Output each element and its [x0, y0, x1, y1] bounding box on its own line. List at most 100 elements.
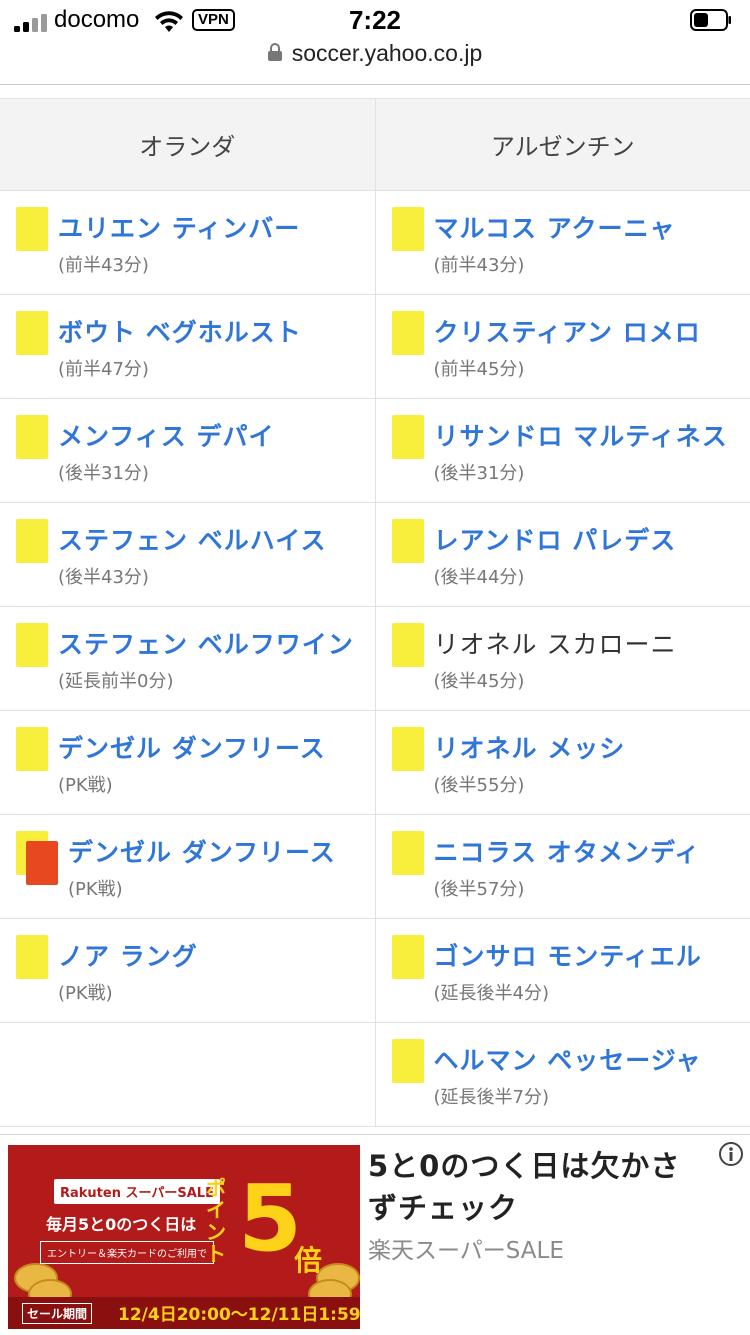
- home-card-cell: ステフェン ベルハイス(後半43分): [0, 503, 376, 606]
- table-row: ステフェン ベルハイス(後半43分) レアンドロ パレデス (後半44分): [0, 503, 750, 607]
- ad-headline: 毎月5と0のつく日は: [46, 1211, 196, 1235]
- team-header-home: オランダ: [0, 99, 376, 190]
- ad-period-label: セール期間: [22, 1303, 92, 1324]
- home-card-cell: デンゼル ダンフリース (PK戦): [0, 815, 376, 918]
- table-header: オランダ アルゼンチン: [0, 99, 750, 191]
- table-row: メンフィス デパイ(後半31分)リサンドロ マルティネス(後半31分): [0, 399, 750, 503]
- ad-subline: エントリー＆楽天カードのご利用で: [40, 1241, 214, 1264]
- table-row: ユリエン ティンバー (前半43分) マルコス アクーニャ (前半43分): [0, 191, 750, 295]
- table-row: デンゼル ダンフリース (PK戦) リオネル メッシ (後半55分): [0, 711, 750, 815]
- card-time: (前半43分): [434, 251, 525, 277]
- yellow-card-icon: [16, 519, 48, 563]
- yellow-card-icon: [392, 311, 424, 355]
- ad-points-label: ポイント: [206, 1177, 228, 1265]
- home-card-cell: ボウト ベグホルスト (前半47分): [0, 295, 376, 398]
- yellow-card-icon: [392, 831, 424, 875]
- ad-period-bar: セール期間 12/4日20:00〜12/11日1:59: [8, 1297, 360, 1329]
- home-card-cell: ノア ラング (PK戦): [0, 919, 376, 1022]
- yellow-card-icon: [392, 207, 424, 251]
- card-time: (後半57分): [434, 875, 525, 901]
- card-time: (前半45分): [434, 355, 525, 381]
- yellow-card-icon: [16, 311, 48, 355]
- ad-points-unit: 倍: [294, 1239, 322, 1279]
- yellow-card-icon: [392, 935, 424, 979]
- player-name[interactable]: ボウト ベグホルスト: [58, 313, 302, 349]
- ad-unit[interactable]: Rakuten スーパーSALE 毎月5と0のつく日は エントリー＆楽天カードの…: [0, 1134, 750, 1335]
- table-row: ボウト ベグホルスト (前半47分) クリスティアン ロメロ (前半45分): [0, 295, 750, 399]
- away-card-cell: リサンドロ マルティネス(後半31分): [376, 399, 750, 502]
- yellow-card-icon: [392, 1039, 424, 1083]
- card-time: (後半44分): [434, 563, 525, 589]
- player-name[interactable]: レアンドロ パレデス: [434, 521, 677, 557]
- away-card-cell: マルコス アクーニャ (前半43分): [376, 191, 750, 294]
- url-text: soccer.yahoo.co.jp: [292, 40, 483, 66]
- table-row: ヘルマン ペッセージャ (延長後半7分): [0, 1023, 750, 1127]
- away-card-cell: レアンドロ パレデス (後半44分): [376, 503, 750, 606]
- card-time: (PK戦): [68, 875, 123, 901]
- home-card-cell: メンフィス デパイ(後半31分): [0, 399, 376, 502]
- player-name[interactable]: マルコス アクーニャ: [434, 209, 676, 245]
- card-time: (延長後半4分): [434, 979, 550, 1005]
- home-card-cell: ステフェン ベルフワイン (延長前半0分): [0, 607, 376, 710]
- yellow-card-icon: [16, 207, 48, 251]
- card-time: (後半45分): [434, 667, 525, 693]
- ad-period: 12/4日20:00〜12/11日1:59: [118, 1300, 360, 1325]
- player-name: リオネル スカローニ: [434, 625, 677, 661]
- away-card-cell: ヘルマン ペッセージャ (延長後半7分): [376, 1023, 750, 1126]
- away-card-cell: クリスティアン ロメロ (前半45分): [376, 295, 750, 398]
- away-card-cell: リオネル スカローニ (後半45分): [376, 607, 750, 710]
- yellow-card-icon: [392, 727, 424, 771]
- address-bar[interactable]: soccer.yahoo.co.jp: [0, 40, 750, 70]
- player-name[interactable]: ステフェン ベルフワイン: [58, 625, 354, 661]
- table-body: ユリエン ティンバー (前半43分) マルコス アクーニャ (前半43分) ボウト ベグ…: [0, 191, 750, 1127]
- card-table: オランダ アルゼンチン ユリエン ティンバー (前半43分) マルコス アクーニャ (…: [0, 98, 750, 1127]
- player-name[interactable]: リサンドロ マルティネス: [434, 417, 728, 453]
- ad-points: ポイント 5 倍: [204, 1169, 330, 1289]
- card-time: (PK戦): [58, 979, 113, 1005]
- player-name[interactable]: デンゼル ダンフリース: [68, 833, 336, 869]
- home-card-cell: デンゼル ダンフリース (PK戦): [0, 711, 376, 814]
- red-card-icon: [26, 841, 58, 885]
- player-name[interactable]: ニコラス オタメンディ: [434, 833, 701, 869]
- team-header-away: アルゼンチン: [376, 99, 750, 190]
- card-time: (前半47分): [58, 355, 149, 381]
- ad-banner-image[interactable]: Rakuten スーパーSALE 毎月5と0のつく日は エントリー＆楽天カードの…: [8, 1145, 360, 1329]
- yellow-card-icon: [16, 727, 48, 771]
- home-card-cell: ユリエン ティンバー (前半43分): [0, 191, 376, 294]
- player-name[interactable]: ユリエン ティンバー: [58, 209, 300, 245]
- table-row: ノア ラング (PK戦) ゴンサロ モンティエル (延長後半4分): [0, 919, 750, 1023]
- away-card-cell: ゴンサロ モンティエル (延長後半4分): [376, 919, 750, 1022]
- ad-title[interactable]: 5と0のつく日は欠かさずチェック: [368, 1145, 698, 1229]
- away-card-cell: ニコラス オタメンディ (後半57分): [376, 815, 750, 918]
- clock: 7:22: [0, 5, 750, 36]
- card-time: (後半55分): [434, 771, 525, 797]
- player-name[interactable]: ゴンサロ モンティエル: [434, 937, 702, 973]
- table-row: ステフェン ベルフワイン (延長前半0分) リオネル スカローニ (後半45分): [0, 607, 750, 711]
- table-row: デンゼル ダンフリース (PK戦) ニコラス オタメンディ (後半57分): [0, 815, 750, 919]
- yellow-card-icon: [16, 935, 48, 979]
- player-name[interactable]: ステフェン ベルハイス: [58, 521, 326, 557]
- player-name[interactable]: クリスティアン ロメロ: [434, 313, 701, 349]
- card-time: (延長後半7分): [434, 1083, 550, 1109]
- player-name[interactable]: リオネル メッシ: [434, 729, 626, 765]
- player-name[interactable]: デンゼル ダンフリース: [58, 729, 326, 765]
- status-bar: docomo VPN 7:22: [0, 0, 750, 44]
- yellow-card-icon: [392, 415, 424, 459]
- yellow-card-icon: [392, 623, 424, 667]
- yellow-card-icon: [16, 415, 48, 459]
- toolbar-divider: [0, 84, 750, 85]
- lock-icon: [268, 43, 282, 61]
- player-name[interactable]: ヘルマン ペッセージャ: [434, 1041, 702, 1077]
- card-time: (延長前半0分): [58, 667, 174, 693]
- yellow-card-icon: [392, 519, 424, 563]
- battery-icon: [690, 9, 732, 31]
- player-name[interactable]: メンフィス デパイ: [58, 417, 274, 453]
- player-name[interactable]: ノア ラング: [58, 937, 198, 973]
- home-card-cell: [0, 1023, 376, 1126]
- away-card-cell: リオネル メッシ (後半55分): [376, 711, 750, 814]
- card-time: (PK戦): [58, 771, 113, 797]
- ad-info-icon[interactable]: [718, 1141, 744, 1167]
- ad-brand: Rakuten スーパーSALE: [54, 1179, 220, 1204]
- yellow-card-icon: [16, 623, 48, 667]
- card-time: (前半43分): [58, 251, 149, 277]
